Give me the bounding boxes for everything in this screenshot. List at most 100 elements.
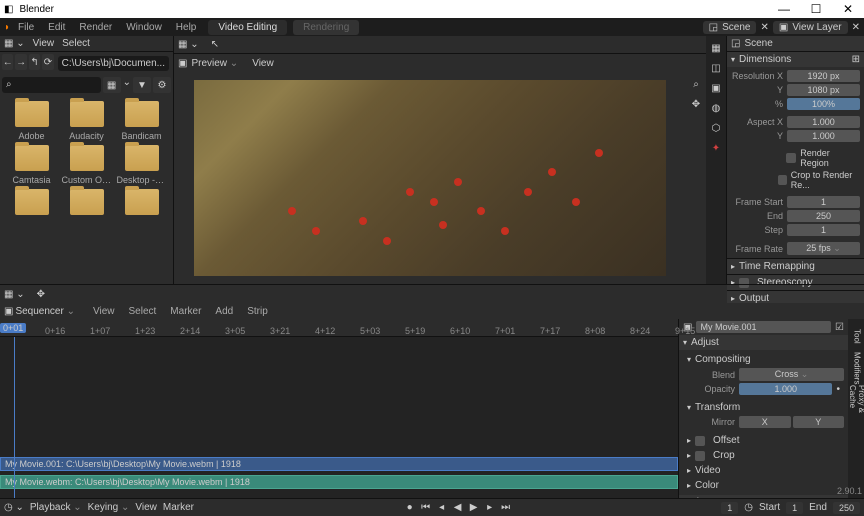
frame-start-box[interactable]: 1: [786, 502, 803, 514]
menu-render[interactable]: Render: [73, 22, 118, 33]
prev-key-icon[interactable]: ◂: [435, 501, 449, 515]
move-icon[interactable]: ✥: [37, 289, 45, 300]
props-render-icon[interactable]: ▦: [708, 40, 724, 56]
opacity-val[interactable]: 1.000: [739, 383, 832, 395]
play-view[interactable]: View: [135, 502, 157, 513]
keying-menu[interactable]: Keying: [88, 502, 130, 513]
frame-start[interactable]: 1: [787, 196, 860, 208]
playback-menu[interactable]: Playback: [30, 502, 82, 513]
close-button[interactable]: ✕: [836, 2, 860, 16]
search-input[interactable]: ⌕: [2, 77, 101, 93]
magnify-icon[interactable]: ⌕: [688, 76, 704, 92]
pan-icon[interactable]: ✥: [688, 96, 704, 112]
nav-fwd-icon[interactable]: →: [15, 54, 26, 70]
nav-back-icon[interactable]: ←: [2, 54, 13, 70]
settings-icon[interactable]: ⚙: [153, 77, 171, 93]
current-frame[interactable]: 0+01: [0, 323, 26, 333]
folder-item[interactable]: [6, 189, 57, 215]
res-pct[interactable]: 100%: [787, 98, 860, 110]
seq-editor-icon[interactable]: ▦ ⌄: [4, 289, 25, 300]
pv-view[interactable]: View: [252, 58, 274, 69]
fb-view[interactable]: View: [33, 38, 55, 49]
folder-item[interactable]: Adobe: [6, 101, 57, 141]
folder-item[interactable]: Audacity: [61, 101, 112, 141]
frame-end[interactable]: 250: [787, 210, 860, 222]
ruler[interactable]: 0+01 0+161+07 1+232+14 3+053+21 4+125+03…: [0, 319, 678, 337]
path-input[interactable]: C:\Users\bj\Documen...: [58, 56, 169, 71]
playhead[interactable]: [14, 337, 15, 498]
cursor-icon[interactable]: ↖: [211, 39, 219, 50]
menu-edit[interactable]: Edit: [42, 22, 71, 33]
nav-refresh-icon[interactable]: ⟳: [42, 54, 53, 70]
menu-file[interactable]: File: [12, 22, 40, 33]
folder-item[interactable]: Camtasia: [6, 145, 57, 185]
props-view-icon[interactable]: ▣: [708, 80, 724, 96]
tab-tool[interactable]: Tool: [850, 321, 864, 351]
aspect-x[interactable]: 1.000: [787, 116, 860, 128]
res-y[interactable]: 1080 px: [787, 84, 860, 96]
res-x[interactable]: 1920 px: [787, 70, 860, 82]
folder-item[interactable]: Desktop - Sho...: [116, 145, 167, 185]
seq-marker[interactable]: Marker: [164, 306, 207, 317]
nav-up-icon[interactable]: ↰: [29, 54, 40, 70]
tab-video-editing[interactable]: Video Editing: [208, 20, 287, 35]
seq-add[interactable]: Add: [209, 306, 239, 317]
video-header[interactable]: Video: [683, 463, 844, 478]
folder-item[interactable]: Bandicam: [116, 101, 167, 141]
props-world-icon[interactable]: ⬡: [708, 120, 724, 136]
adjust-header[interactable]: Adjust: [679, 335, 848, 350]
mirror-y[interactable]: Y: [793, 416, 845, 428]
props-scene-icon[interactable]: ◍: [708, 100, 724, 116]
frame-end-box[interactable]: 250: [833, 502, 860, 514]
tab-rendering[interactable]: Rendering: [293, 20, 359, 35]
display-icon[interactable]: ▦: [103, 77, 121, 93]
viewlayer-selector[interactable]: ▣View Layer: [773, 21, 848, 34]
play-marker[interactable]: Marker: [163, 502, 194, 513]
blender-icon[interactable]: ◗: [4, 22, 10, 33]
clock-icon[interactable]: ◷: [744, 502, 753, 513]
fb-select[interactable]: Select: [62, 38, 90, 49]
transform-header[interactable]: Transform: [683, 400, 844, 415]
seq-mode[interactable]: Sequencer: [15, 306, 75, 317]
timeline[interactable]: 0+01 0+161+07 1+232+14 3+053+21 4+125+03…: [0, 319, 678, 498]
frame-rate[interactable]: 25 fps: [787, 242, 860, 255]
folder-item[interactable]: [116, 189, 167, 215]
seq-mode-icon[interactable]: ▣: [4, 306, 13, 317]
scene-selector[interactable]: ◲Scene: [703, 21, 757, 34]
seq-select[interactable]: Select: [123, 306, 163, 317]
mirror-x[interactable]: X: [739, 416, 791, 428]
jump-start-icon[interactable]: ⏮: [419, 501, 433, 515]
minimize-button[interactable]: —: [772, 2, 796, 16]
tab-proxy[interactable]: Proxy & Cache: [850, 385, 864, 415]
time-remap-header[interactable]: Time Remapping: [727, 259, 864, 274]
offset-header[interactable]: Offset: [683, 433, 844, 448]
aspect-y[interactable]: 1.000: [787, 130, 860, 142]
pv-mode-icon[interactable]: ▣: [178, 58, 187, 69]
props-tool-icon[interactable]: ✦: [708, 140, 724, 156]
jump-end-icon[interactable]: ⏭: [499, 501, 513, 515]
crop-header[interactable]: Crop: [683, 448, 844, 463]
fb-editor-icon[interactable]: ▦ ⌄: [4, 38, 25, 49]
menu-help[interactable]: Help: [170, 22, 203, 33]
maximize-button[interactable]: ☐: [804, 2, 828, 16]
menu-window[interactable]: Window: [120, 22, 168, 33]
next-key-icon[interactable]: ▸: [483, 501, 497, 515]
tracks[interactable]: My Movie.001: C:\Users\bj\Desktop\My Mov…: [0, 337, 678, 498]
render-region-check[interactable]: [786, 153, 796, 163]
filter-icon[interactable]: ▼: [133, 77, 151, 93]
seq-strip[interactable]: Strip: [241, 306, 274, 317]
pv-editor-icon[interactable]: ▦ ⌄: [178, 39, 199, 50]
props-output-icon[interactable]: ◫: [708, 60, 724, 76]
viewlayer-remove-icon[interactable]: ✕: [852, 22, 860, 33]
seq-view[interactable]: View: [87, 306, 121, 317]
play-editor-icon[interactable]: ◷ ⌄: [4, 502, 24, 513]
dimensions-header[interactable]: Dimensions⊞: [727, 52, 864, 67]
compositing-header[interactable]: Compositing: [683, 352, 844, 367]
preview-mode[interactable]: Preview: [191, 58, 238, 69]
video-strip[interactable]: My Movie.001: C:\Users\bj\Desktop\My Mov…: [0, 457, 678, 471]
blend-mode[interactable]: Cross: [739, 368, 844, 381]
folder-item[interactable]: Custom Offic...: [61, 145, 112, 185]
frame-step[interactable]: 1: [787, 224, 860, 236]
play-icon[interactable]: ▶: [467, 501, 481, 515]
scene-remove-icon[interactable]: ✕: [760, 22, 768, 33]
